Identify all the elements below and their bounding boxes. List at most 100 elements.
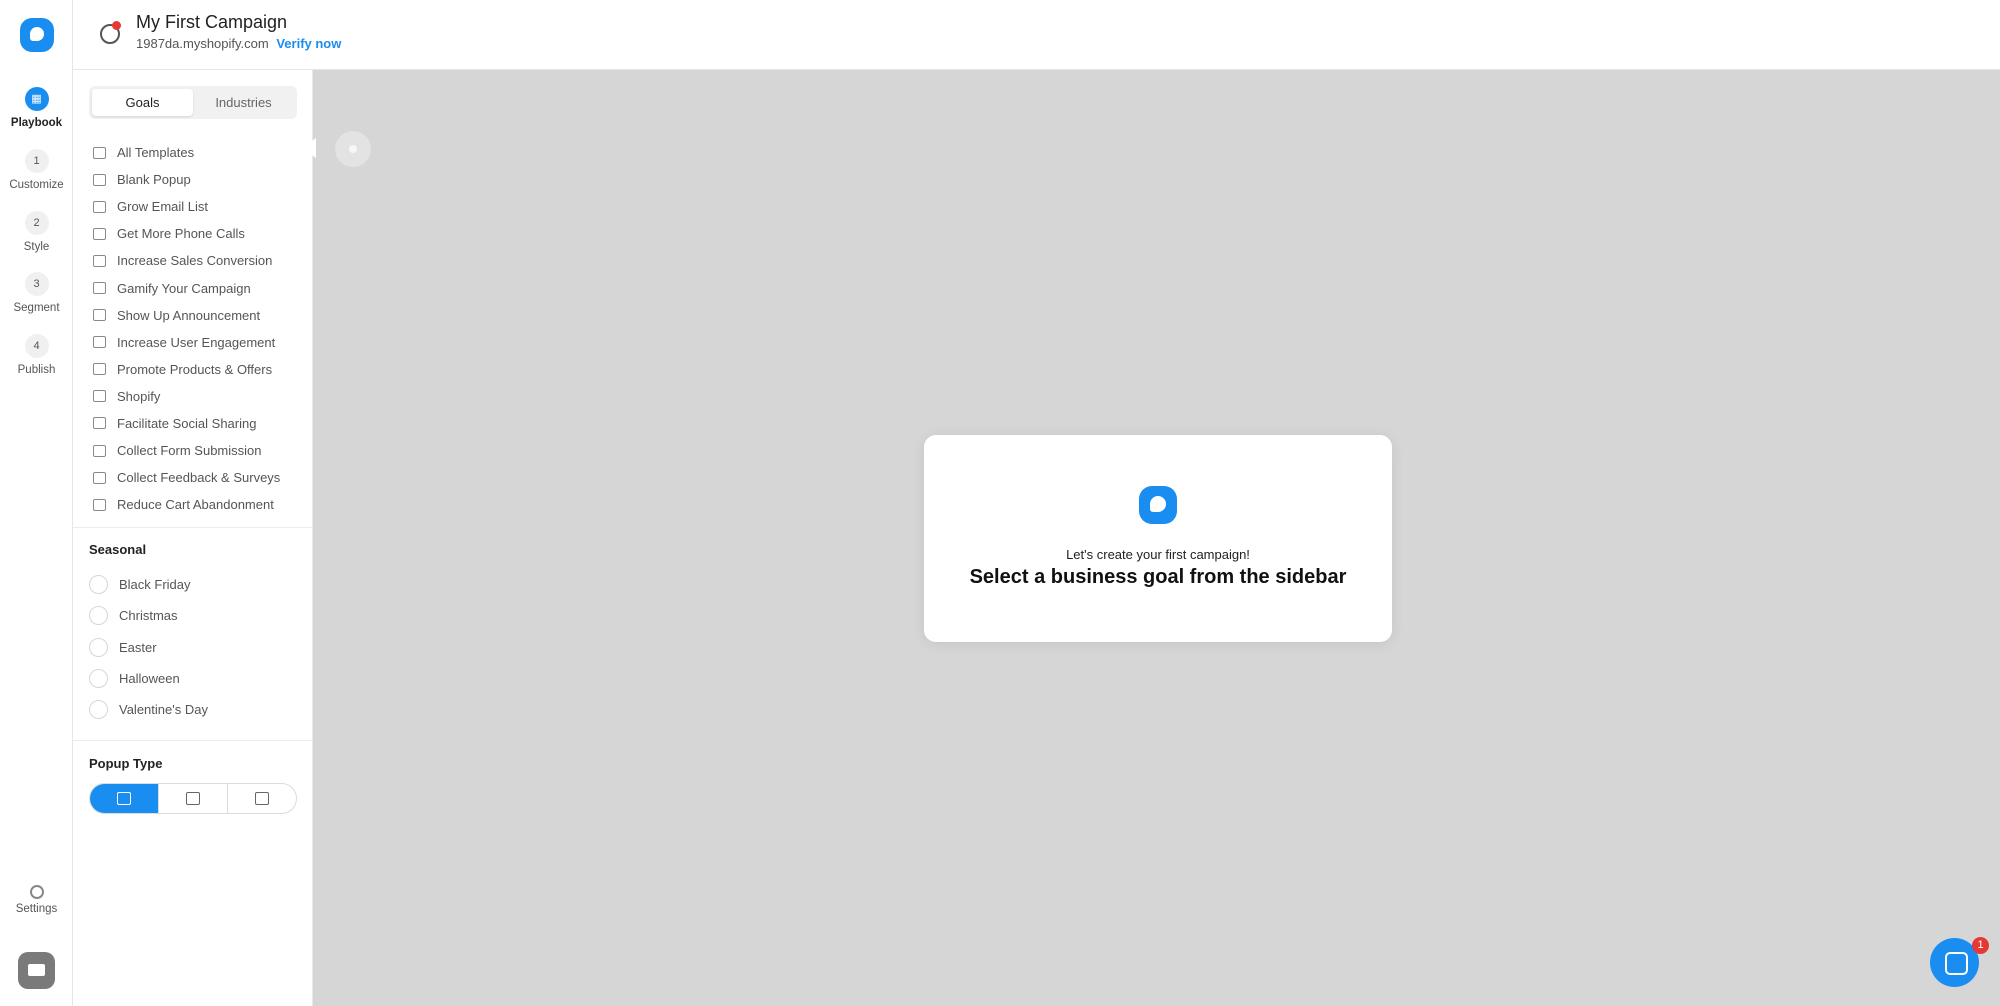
goal-label: Gamify Your Campaign <box>117 280 251 296</box>
goal-item-phone-calls[interactable]: Get More Phone Calls <box>93 220 308 247</box>
goal-label: Facilitate Social Sharing <box>117 415 257 431</box>
popup-icon <box>93 173 106 186</box>
heart-icon <box>93 417 106 430</box>
tab-goals[interactable]: Goals <box>92 89 193 116</box>
rail-step-label: Segment <box>13 302 60 314</box>
popup-type-bar[interactable] <box>228 784 296 813</box>
rail-step-segment[interactable]: 3 Segment <box>0 272 73 314</box>
goal-item-feedback-surveys[interactable]: Collect Feedback & Surveys <box>93 464 308 491</box>
step-number: 1 <box>24 149 49 173</box>
bell-icon <box>93 309 106 322</box>
popup-layout-icon <box>117 792 131 805</box>
campaign-title[interactable]: My First Campaign <box>136 12 287 33</box>
goal-label: Collect Form Submission <box>117 443 262 459</box>
goal-label: All Templates <box>117 145 195 161</box>
season-item-black-friday[interactable]: Black Friday <box>89 569 208 600</box>
shop-url: 1987da.myshopify.com Verify now <box>136 36 341 51</box>
app-logo-icon[interactable] <box>20 18 54 52</box>
season-label: Halloween <box>119 671 180 687</box>
goal-item-sales-conversion[interactable]: Increase Sales Conversion <box>93 247 308 274</box>
gamepad-icon <box>93 282 106 295</box>
popup-type-popup[interactable] <box>90 784 159 813</box>
goal-item-announcement[interactable]: Show Up Announcement <box>93 302 308 329</box>
goal-item-promote-products[interactable]: Promote Products & Offers <box>93 356 308 383</box>
goal-label: Blank Popup <box>117 172 191 188</box>
season-label: Christmas <box>119 608 178 624</box>
radio-button[interactable] <box>89 669 108 689</box>
season-label: Black Friday <box>119 577 191 593</box>
radio-button[interactable] <box>89 575 108 595</box>
season-label: Valentine's Day <box>119 702 208 718</box>
alert-dot <box>112 21 121 30</box>
radio-button[interactable] <box>89 700 108 720</box>
chat-badge: 1 <box>1972 937 1989 954</box>
divider <box>73 740 313 741</box>
goal-item-all-templates[interactable]: All Templates <box>93 139 308 166</box>
collapse-handle[interactable] <box>335 131 371 167</box>
rail-step-label: Customize <box>9 179 64 191</box>
gear-icon <box>29 885 44 899</box>
smiley-icon <box>93 498 106 511</box>
goal-label: Grow Email List <box>117 199 209 215</box>
envelope-icon <box>93 200 106 213</box>
settings-button[interactable]: Settings <box>0 885 73 915</box>
chart-line-icon <box>93 254 106 267</box>
goal-item-social-sharing[interactable]: Facilitate Social Sharing <box>93 410 308 437</box>
megaphone-user-icon <box>93 363 106 376</box>
briefcase-icon[interactable] <box>18 952 55 989</box>
season-label: Easter <box>119 639 157 655</box>
left-rail: ▦ Playbook 1 Customize 2 Style 3 Segment… <box>0 0 73 1006</box>
goal-item-blank-popup[interactable]: Blank Popup <box>93 166 308 193</box>
app-logo-icon <box>1139 486 1177 524</box>
tab-industries[interactable]: Industries <box>193 89 294 116</box>
empty-state-subtitle: Let's create your first campaign! <box>1066 547 1250 562</box>
goal-item-shopify[interactable]: Shopify <box>93 383 308 410</box>
expand-icon <box>186 792 200 805</box>
rail-step-label: Playbook <box>10 117 63 129</box>
users-icon <box>93 336 106 349</box>
checklist-icon <box>93 471 106 484</box>
rail-step-customize[interactable]: 1 Customize <box>0 149 73 191</box>
empty-state-title: Select a business goal from the sidebar <box>969 566 1347 588</box>
season-item-christmas[interactable]: Christmas <box>89 600 208 631</box>
rail-step-style[interactable]: 2 Style <box>0 211 73 253</box>
rail-step-publish[interactable]: 4 Publish <box>0 334 73 376</box>
shopping-bag-icon <box>93 390 106 403</box>
seasonal-title: Seasonal <box>89 542 147 557</box>
sidebar-tabs: Goals Industries <box>89 86 297 119</box>
radio-button[interactable] <box>89 606 108 626</box>
goal-item-form-submission[interactable]: Collect Form Submission <box>93 437 308 464</box>
goal-item-user-engagement[interactable]: Increase User Engagement <box>93 329 308 356</box>
popup-type-fullscreen[interactable] <box>159 784 228 813</box>
seasonal-list: Black Friday Christmas Easter Halloween … <box>89 569 208 725</box>
goal-item-grow-email-list[interactable]: Grow Email List <box>93 193 308 220</box>
step-number: 4 <box>24 334 49 358</box>
goal-label: Reduce Cart Abandonment <box>117 497 274 513</box>
step-number: 3 <box>24 272 49 296</box>
goal-label: Get More Phone Calls <box>117 226 245 242</box>
goal-label: Increase Sales Conversion <box>117 253 273 269</box>
radio-button[interactable] <box>89 637 108 657</box>
popup-type-title: Popup Type <box>89 756 163 771</box>
top-header: My First Campaign 1987da.myshopify.com V… <box>73 0 2000 70</box>
goal-item-cart-abandonment[interactable]: Reduce Cart Abandonment <box>93 491 308 518</box>
grid-icon <box>93 146 106 159</box>
goal-label: Collect Feedback & Surveys <box>117 470 281 486</box>
goals-sidebar: Goals Industries All Templates Blank Pop… <box>73 70 313 1006</box>
playbook-icon: ▦ <box>24 87 49 111</box>
settings-label: Settings <box>15 903 58 915</box>
goal-label: Show Up Announcement <box>117 307 261 323</box>
season-item-valentines[interactable]: Valentine's Day <box>89 694 208 725</box>
verify-now-link[interactable]: Verify now <box>276 36 341 51</box>
bar-layout-icon <box>255 792 269 805</box>
goal-list: All Templates Blank Popup Grow Email Lis… <box>93 139 308 518</box>
step-number: 2 <box>24 211 49 235</box>
divider <box>73 527 313 528</box>
goal-label: Shopify <box>117 388 161 404</box>
rail-step-label: Publish <box>17 364 56 376</box>
goal-label: Promote Products & Offers <box>117 361 273 377</box>
season-item-halloween[interactable]: Halloween <box>89 663 208 694</box>
rail-step-playbook[interactable]: ▦ Playbook <box>0 87 73 129</box>
goal-item-gamify[interactable]: Gamify Your Campaign <box>93 274 308 301</box>
season-item-easter[interactable]: Easter <box>89 632 208 663</box>
